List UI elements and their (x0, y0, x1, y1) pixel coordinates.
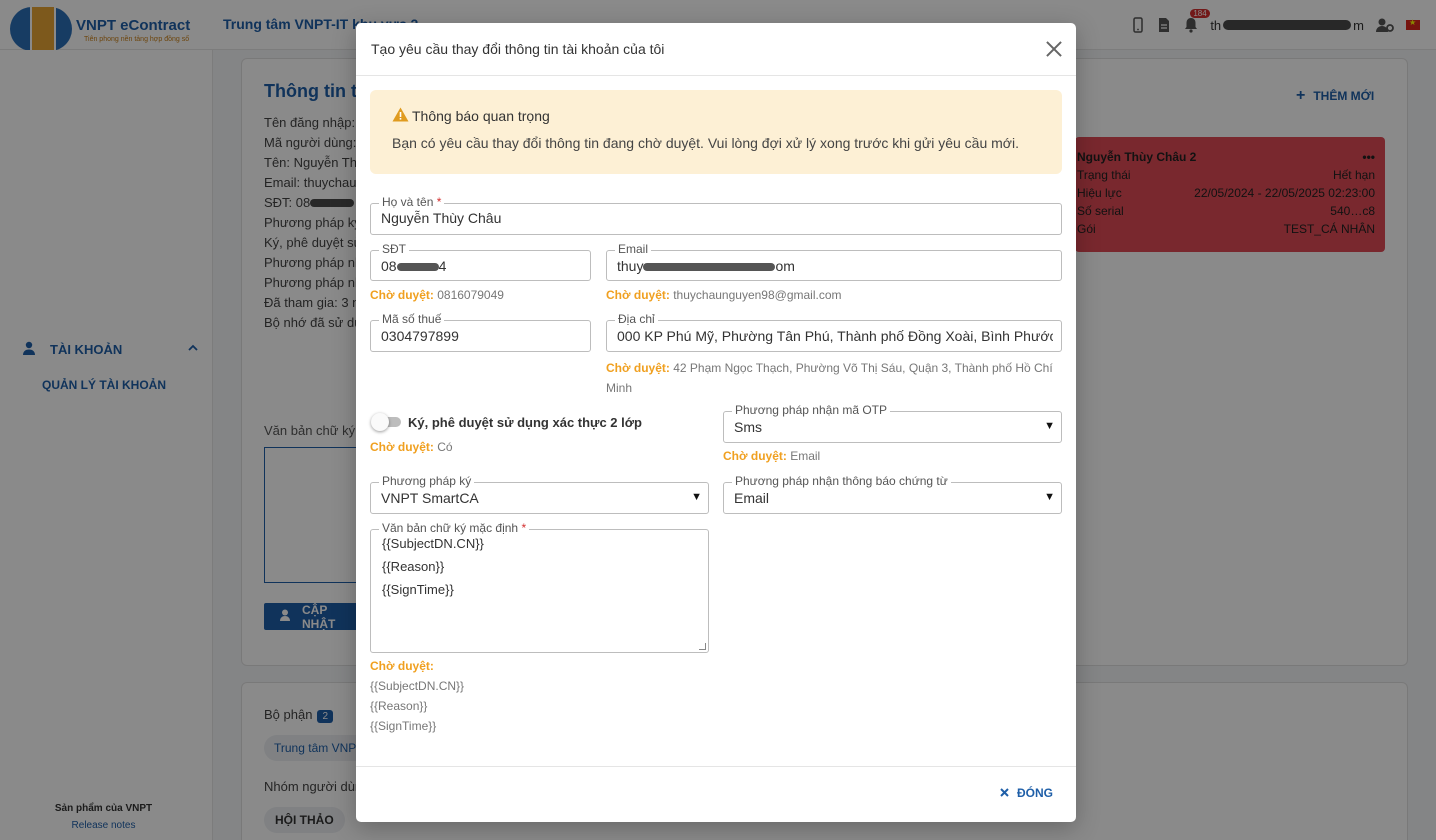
important-notice: Thông báo quan trọng Bạn có yêu cầu thay… (370, 90, 1062, 174)
resize-handle[interactable] (699, 643, 706, 650)
tax-code-label: Mã số thuế (379, 312, 445, 326)
email-pending-value: thuychaunguyen98@gmail.com (673, 288, 842, 302)
two-factor-label: Ký, phê duyệt sử dụng xác thực 2 lớp (408, 415, 642, 430)
pending-label: Chờ duyệt: (370, 659, 434, 673)
modal-header: Tạo yêu cầu thay đổi thông tin tài khoản… (356, 23, 1076, 76)
signature-pending-line: {{Reason}} (370, 699, 428, 713)
signature-pending-label: Chờ duyệt: (370, 659, 434, 673)
fullname-label: Họ và tên * (379, 195, 445, 209)
signature-text-label: Văn bản chữ ký mặc định * (379, 521, 530, 535)
required-mark: * (521, 521, 527, 535)
close-x-icon (1000, 786, 1009, 800)
modal-footer: ĐÓNG (356, 766, 1076, 822)
otp-method-label: Phương pháp nhận mã OTP (732, 403, 890, 417)
warning-icon (392, 107, 409, 125)
fullname-label-text: Họ và tên (382, 195, 434, 209)
dropdown-arrow-icon: ▼ (1044, 491, 1055, 503)
two-factor-toggle[interactable] (371, 413, 401, 431)
signature-text-area[interactable]: Văn bản chữ ký mặc định * {{SubjectDN.CN… (370, 521, 709, 653)
address-field[interactable]: Địa chỉ 000 KP Phú Mỹ, Phường Tân Phú, T… (606, 312, 1062, 352)
close-icon[interactable] (1044, 39, 1064, 59)
phone-value-start: 08 (381, 258, 397, 274)
address-pending-line1: 42 Phạm Ngọc Thạch, Phường Võ Thị Sáu, Q… (673, 361, 1053, 375)
dropdown-arrow-icon: ▼ (1044, 420, 1055, 432)
toggle-knob (371, 413, 389, 431)
pending-label: Chờ duyệt: (606, 288, 670, 302)
sign-method-value: VNPT SmartCA (381, 490, 479, 506)
tax-code-value: 0304797899 (381, 328, 459, 344)
signature-text-label-text: Văn bản chữ ký mặc định (382, 521, 519, 535)
required-mark: * (436, 195, 442, 209)
email-label: Email (615, 242, 652, 256)
email-value: thuy om (617, 258, 795, 274)
email-field[interactable]: Email thuy om (606, 242, 1062, 281)
phone-pending: Chờ duyệt: 0816079049 (370, 288, 504, 302)
address-pending-line2: Minh (606, 381, 633, 395)
sign-method-label: Phương pháp ký (379, 474, 475, 488)
notify-method-value: Email (734, 490, 770, 506)
close-button-label: ĐÓNG (1017, 786, 1053, 800)
phone-value: 08 4 (381, 258, 446, 274)
email-value-end: om (775, 258, 795, 274)
otp-method-select[interactable]: Phương pháp nhận mã OTP Sms ▼ (723, 403, 1062, 443)
signature-pending-line: {{SignTime}} (370, 719, 437, 733)
pending-label: Chờ duyệt: (723, 449, 787, 463)
email-pending: Chờ duyệt: thuychaunguyen98@gmail.com (606, 288, 842, 302)
sign-method-select[interactable]: Phương pháp ký VNPT SmartCA ▼ (370, 474, 709, 514)
phone-label: SĐT (379, 242, 409, 256)
pending-label: Chờ duyệt: (370, 440, 434, 454)
otp-pending: Chờ duyệt: Email (723, 449, 820, 463)
address-pending: Chờ duyệt: 42 Phạm Ngọc Thạch, Phường Võ… (606, 358, 1062, 398)
change-request-modal: Tạo yêu cầu thay đổi thông tin tài khoản… (356, 23, 1076, 822)
dropdown-arrow-icon: ▼ (691, 491, 702, 503)
two-factor-pending: Chờ duyệt: Có (370, 440, 453, 454)
two-factor-pending-value: Có (437, 440, 453, 454)
modal-title: Tạo yêu cầu thay đổi thông tin tài khoản… (371, 41, 665, 57)
signature-line: {{SubjectDN.CN}} (382, 536, 484, 551)
signature-line: {{SignTime}} (382, 582, 454, 597)
notice-title-text: Thông báo quan trọng (412, 108, 550, 124)
otp-method-value: Sms (734, 419, 762, 435)
phone-value-end: 4 (438, 258, 447, 274)
masked-email (643, 263, 776, 271)
pending-label: Chờ duyệt: (606, 361, 670, 375)
phone-field[interactable]: SĐT 08 4 (370, 242, 591, 281)
fullname-field[interactable]: Họ và tên * Nguyễn Thùy Châu (370, 195, 1062, 235)
email-value-start: thuy (617, 258, 644, 274)
otp-pending-value: Email (790, 449, 821, 463)
notify-method-label: Phương pháp nhận thông báo chứng từ (732, 474, 951, 488)
pending-label: Chờ duyệt: (370, 288, 434, 302)
notice-text: Bạn có yêu cầu thay đổi thông tin đang c… (392, 135, 1019, 151)
signature-pending-line: {{SubjectDN.CN}} (370, 679, 465, 693)
address-value: 000 KP Phú Mỹ, Phường Tân Phú, Thành phố… (617, 328, 1053, 344)
phone-pending-value: 0816079049 (437, 288, 504, 302)
fullname-value: Nguyễn Thùy Châu (381, 210, 502, 226)
notice-title: Thông báo quan trọng (392, 107, 550, 125)
close-button[interactable]: ĐÓNG (1000, 786, 1053, 800)
tax-code-field[interactable]: Mã số thuế 0304797899 (370, 312, 591, 352)
masked-phone (396, 263, 439, 271)
notify-method-select[interactable]: Phương pháp nhận thông báo chứng từ Emai… (723, 474, 1062, 514)
signature-line: {{Reason}} (382, 559, 445, 574)
address-label: Địa chỉ (615, 312, 658, 326)
